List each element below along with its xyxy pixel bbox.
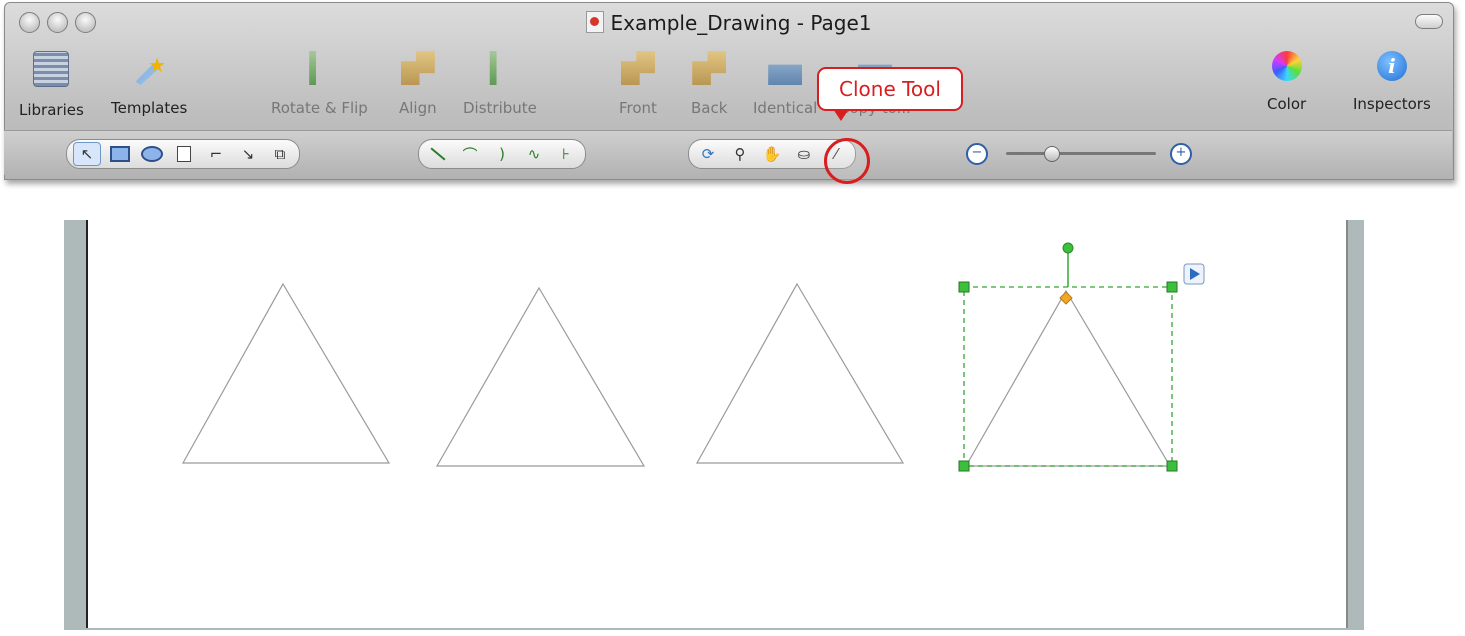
drawing-shapes bbox=[181, 242, 1205, 472]
triangle-shape-2[interactable] bbox=[435, 286, 646, 467]
resize-handle-bottom-left[interactable] bbox=[958, 460, 970, 472]
rotation-handle[interactable] bbox=[1062, 242, 1074, 254]
clone-tool-callout: Clone Tool bbox=[817, 67, 963, 121]
triangle-shape-3[interactable] bbox=[695, 282, 905, 464]
clone-tool-highlight bbox=[824, 138, 870, 184]
callout-text: Clone Tool bbox=[839, 77, 941, 101]
triangle-shape-1[interactable] bbox=[181, 282, 391, 464]
resize-handle-top-left[interactable] bbox=[958, 281, 970, 293]
resize-handle-top-right[interactable] bbox=[1166, 281, 1178, 293]
triangle-shape-4-selected[interactable] bbox=[964, 289, 1172, 467]
resize-handle-bottom-right[interactable] bbox=[1166, 460, 1178, 472]
